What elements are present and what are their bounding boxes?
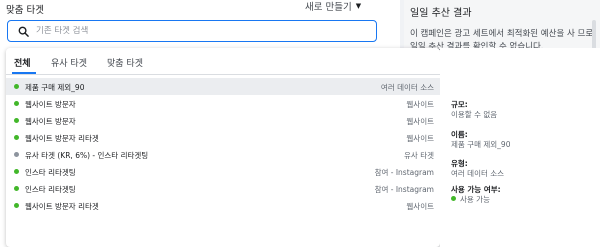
audience-row[interactable]: 인스타 리타겟팅 참여 - Instagram [6, 163, 440, 180]
tab-custom[interactable]: 맞춤 타겟 [107, 56, 143, 69]
tab-lookalike[interactable]: 유사 타겟 [51, 56, 87, 69]
audience-source: 웹사이트 [406, 100, 434, 109]
status-dot [14, 101, 19, 106]
audience-row[interactable]: 인스타 리타겟팅 참여 - Instagram [6, 180, 440, 197]
audience-row[interactable]: 웹사이트 방문자 웹사이트 [6, 95, 440, 112]
audience-source: 여러 데이터 소스 [380, 83, 434, 92]
name-value: 제품 구매 제외_90 [451, 140, 511, 149]
status-dot [14, 135, 19, 140]
active-tab-indicator [12, 72, 36, 74]
type-value: 여러 데이터 소스 [451, 169, 505, 178]
availability-value: 사용 가능 [460, 195, 490, 204]
audience-source: 참여 - Instagram [374, 168, 434, 177]
audience-search-box[interactable] [7, 20, 377, 42]
status-dot [14, 84, 19, 89]
status-dot [14, 152, 19, 157]
daily-estimate-title: 일일 추산 결과 [410, 8, 472, 19]
create-new-button[interactable]: 새로 만들기 ▼ [305, 0, 361, 13]
tab-all[interactable]: 전체 [14, 56, 31, 69]
audience-row[interactable]: 제품 구매 제외_90 여러 데이터 소스 [6, 78, 440, 95]
audience-source: 유사 타겟 [404, 151, 434, 160]
caret-down-icon: ▼ [355, 2, 362, 10]
audience-search-input[interactable] [32, 26, 336, 36]
size-value: 이용할 수 없음 [451, 110, 498, 119]
availability-status-dot [451, 196, 456, 201]
audience-name: 웹사이트 방문자 [25, 100, 76, 109]
status-dot [14, 169, 19, 174]
audience-tabs: 전체 유사 타겟 맞춤 타겟 [6, 48, 440, 75]
audience-source: 참여 - Instagram [374, 185, 434, 194]
audience-name: 인스타 리타겟팅 [25, 185, 76, 194]
create-new-label: 새로 만들기 [305, 2, 352, 13]
audience-name: 웹사이트 방문자 리타겟 [25, 134, 99, 143]
audience-row[interactable]: 웹사이트 방문자 리타겟 웹사이트 [6, 197, 440, 214]
custom-audience-title: 맞춤 타겟 [6, 5, 44, 16]
status-dot [14, 118, 19, 123]
audience-name: 웹사이트 방문자 [25, 117, 76, 126]
audience-row[interactable]: 웹사이트 방문자 리타겟 웹사이트 [6, 129, 440, 146]
status-dot [14, 186, 19, 191]
audience-name: 제품 구매 제외_90 [25, 83, 85, 92]
audience-name: 인스타 리타겟팅 [25, 168, 76, 177]
audience-name: 웹사이트 방문자 리타겟 [25, 202, 99, 211]
audience-dropdown: 전체 유사 타겟 맞춤 타겟 제품 구매 제외_90 여러 데이터 소스웹사이트 … [6, 48, 440, 247]
audience-source: 웹사이트 [406, 117, 434, 126]
audience-row[interactable]: 웹사이트 방문자 웹사이트 [6, 112, 440, 129]
audience-info-panel: 규모: 이용할 수 없음 이름: 제품 구매 제외_90 유형: 여러 데이터 … [440, 48, 600, 247]
audience-source: 웹사이트 [406, 134, 434, 143]
audience-name: 유사 타겟 (KR, 6%) - 인스타 리타겟팅 [25, 151, 149, 160]
search-icon [14, 26, 32, 37]
audience-source: 웹사이트 [406, 202, 434, 211]
audience-row[interactable]: 유사 타겟 (KR, 6%) - 인스타 리타겟팅 유사 타겟 [6, 146, 440, 163]
status-dot [14, 203, 19, 208]
